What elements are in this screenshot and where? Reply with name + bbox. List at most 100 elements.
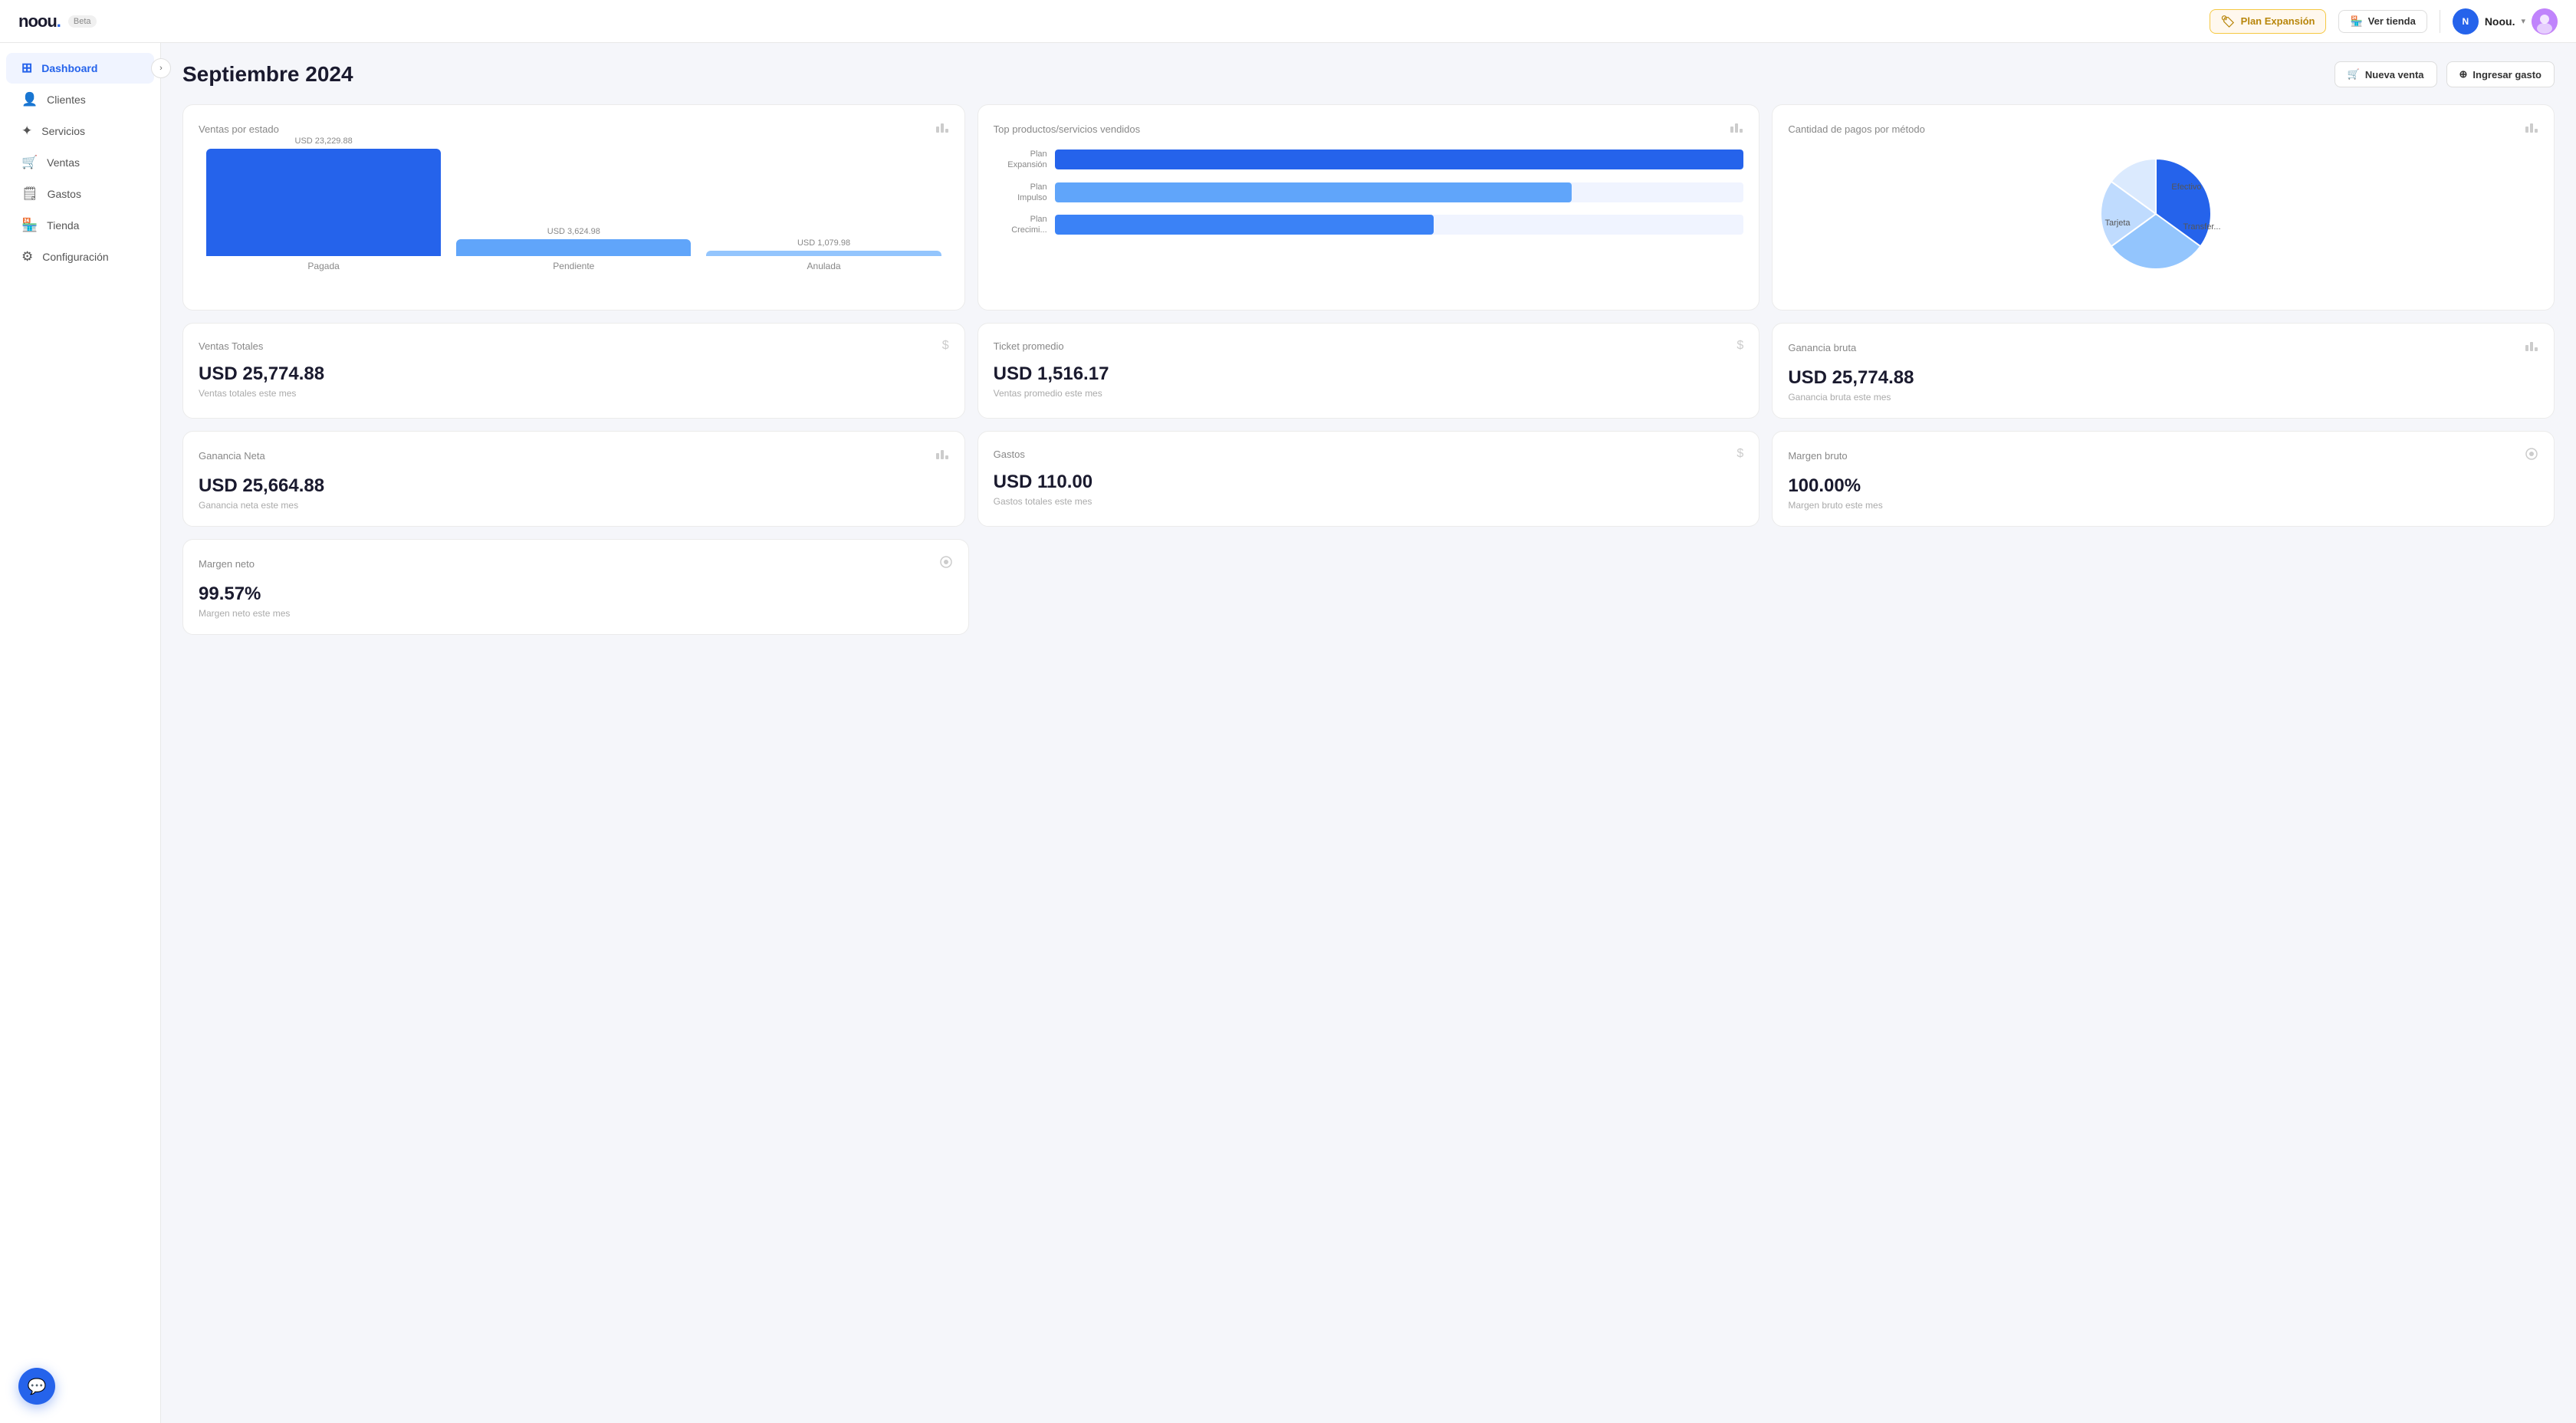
pagos-metodo-card: Cantidad de pagos por método Efectivo Tr… <box>1772 104 2555 311</box>
chat-bubble-button[interactable]: 💬 <box>18 1368 55 1405</box>
tienda-icon: 🏪 <box>21 218 38 233</box>
sidebar-label-servicios: Servicios <box>41 125 85 137</box>
sidebar-item-ventas[interactable]: 🛒 Ventas <box>6 147 154 178</box>
beta-badge: Beta <box>68 15 97 28</box>
ticket-promedio-header: Ticket promedio $ <box>994 339 1744 353</box>
margen-neto-card: Margen neto 99.57% Margen neto este mes <box>182 539 969 635</box>
nueva-venta-label: Nueva venta <box>2365 69 2424 81</box>
layout: › ⊞Dashboard👤Clientes✦Servicios🛒Ventas🗒G… <box>0 43 2576 1423</box>
sidebar-item-tienda[interactable]: 🏪 Tienda <box>6 210 154 241</box>
sidebar-item-gastos[interactable]: 🗒Gastos <box>6 179 154 209</box>
efectivo-label: Efectivo <box>2171 182 2201 192</box>
ingresar-gasto-label: Ingresar gasto <box>2472 69 2542 81</box>
page-header: Septiembre 2024 🛒 Nueva venta ⊕ Ingresar… <box>182 61 2555 87</box>
ventas-totales-title: Ventas Totales <box>199 340 263 352</box>
clientes-icon: 👤 <box>21 92 38 107</box>
dollar-icon-2: $ <box>1737 339 1743 353</box>
ganancia-bruta-sub: Ganancia bruta este mes <box>1788 392 2538 403</box>
plan-icon: 🏷 <box>2221 15 2236 28</box>
bar-label-anulada: Anulada <box>706 261 941 271</box>
ganancia-neta-value: USD 25,664.88 <box>199 475 949 497</box>
ventas-estado-header: Ventas por estado <box>199 120 949 138</box>
ganancia-neta-sub: Ganancia neta este mes <box>199 500 949 511</box>
sidebar-toggle[interactable]: › <box>151 58 171 78</box>
settings-circle-icon <box>2525 447 2538 465</box>
bar-value-label: USD 3,624.98 <box>547 227 600 236</box>
margen-bruto-header: Margen bruto <box>1788 447 2538 465</box>
noou-avatar: N <box>2453 8 2479 35</box>
logo-dot: . <box>57 12 61 31</box>
header: noou. Beta 🏷 Plan Expansión 🏪 Ver tienda… <box>0 0 2576 43</box>
ticket-promedio-title: Ticket promedio <box>994 340 1064 352</box>
sidebar-item-dashboard[interactable]: ⊞Dashboard <box>6 53 154 84</box>
ganancia-bruta-title: Ganancia bruta <box>1788 342 1856 353</box>
ventas-icon: 🛒 <box>21 155 38 170</box>
ganancia-neta-title: Ganancia Neta <box>199 450 265 462</box>
bar-group-anulada: USD 1,079.98 <box>706 238 941 256</box>
margen-bruto-card: Margen bruto 100.00% Margen bruto este m… <box>1772 431 2555 527</box>
user-avatar <box>2532 8 2558 35</box>
bar-fill <box>456 239 691 256</box>
ingresar-gasto-button[interactable]: ⊕ Ingresar gasto <box>2446 61 2555 87</box>
hbar-chart: PlanExpansión PlanImpulso PlanCrecimi... <box>994 149 1744 236</box>
chat-icon: 💬 <box>28 1377 47 1396</box>
bar-label-pendiente: Pendiente <box>456 261 691 271</box>
bar-chart-icon-2 <box>1730 120 1743 138</box>
margen-neto-value: 99.57% <box>199 583 953 605</box>
sidebar-label-tienda: Tienda <box>47 219 79 232</box>
gastos-header: Gastos $ <box>994 447 1744 461</box>
sidebar-label-configuracion: Configuración <box>42 251 108 263</box>
plan-label: Plan Expansión <box>2241 15 2315 27</box>
header-right: 🏷 Plan Expansión 🏪 Ver tienda N Noou. ▾ <box>2210 8 2558 35</box>
sidebar-item-clientes[interactable]: 👤 Clientes <box>6 84 154 115</box>
configuracion-icon: ⚙ <box>21 249 33 265</box>
sidebar-item-configuracion[interactable]: ⚙ Configuración <box>6 242 154 272</box>
ticket-promedio-value: USD 1,516.17 <box>994 363 1744 385</box>
ticket-promedio-card: Ticket promedio $ USD 1,516.17 Ventas pr… <box>978 323 1760 419</box>
bar-value-label: USD 1,079.98 <box>797 238 850 248</box>
sidebar-item-servicios[interactable]: ✦Servicios <box>6 116 154 146</box>
gastos-value: USD 110.00 <box>994 472 1744 493</box>
margen-bruto-sub: Margen bruto este mes <box>1788 500 2538 511</box>
top-charts-row: Ventas por estado USD 23,229.88 USD 3,62… <box>182 104 2555 311</box>
dashboard-icon: ⊞ <box>21 61 32 76</box>
stats-row-2: Ganancia Neta USD 25,664.88 Ganancia net… <box>182 431 2555 527</box>
user-area[interactable]: N Noou. ▾ <box>2453 8 2558 35</box>
bar-label-pagada: Pagada <box>206 261 441 271</box>
settings-circle-icon-2 <box>939 555 953 573</box>
hbar-row: PlanImpulso <box>994 182 1744 204</box>
gastos-card: Gastos $ USD 110.00 Gastos totales este … <box>978 431 1760 527</box>
ver-tienda-button[interactable]: 🏪 Ver tienda <box>2338 10 2426 33</box>
ventas-por-estado-card: Ventas por estado USD 23,229.88 USD 3,62… <box>182 104 965 311</box>
bar-chart: USD 23,229.88 USD 3,624.98 USD 1,079.98 … <box>199 149 949 294</box>
hbar-label: PlanExpansión <box>994 149 1047 171</box>
sidebar-label-ventas: Ventas <box>47 156 80 169</box>
plan-expansion-button[interactable]: 🏷 Plan Expansión <box>2210 9 2327 34</box>
hbar-label: PlanCrecimi... <box>994 214 1047 236</box>
nueva-venta-button[interactable]: 🛒 Nueva venta <box>2334 61 2437 87</box>
transferencia-label: Transfer... <box>2183 222 2220 232</box>
sidebar-label-clientes: Clientes <box>47 94 86 106</box>
ganancia-bruta-header: Ganancia bruta <box>1788 339 2538 357</box>
header-left: noou. Beta <box>18 12 97 31</box>
logo-noou: noou <box>18 12 57 31</box>
top-productos-header: Top productos/servicios vendidos <box>994 120 1744 138</box>
logo: noou. <box>18 12 61 31</box>
sidebar: › ⊞Dashboard👤Clientes✦Servicios🛒Ventas🗒G… <box>0 43 161 1423</box>
plus-circle-icon: ⊕ <box>2459 68 2468 81</box>
page-title: Septiembre 2024 <box>182 62 353 87</box>
tarjeta-label: Tarjeta <box>2104 219 2131 228</box>
user-name: Noou. <box>2485 15 2515 28</box>
ticket-promedio-sub: Ventas promedio este mes <box>994 388 1744 399</box>
margen-bruto-title: Margen bruto <box>1788 450 1847 462</box>
hbar-fill <box>1055 182 1572 202</box>
hbar-fill <box>1055 150 1744 169</box>
hbar-fill <box>1055 215 1434 235</box>
bar-chart-icon-5 <box>935 447 949 465</box>
page-actions: 🛒 Nueva venta ⊕ Ingresar gasto <box>2334 61 2555 87</box>
gastos-icon: 🗒 <box>21 186 38 202</box>
ventas-totales-card: Ventas Totales $ USD 25,774.88 Ventas to… <box>182 323 965 419</box>
margen-neto-sub: Margen neto este mes <box>199 608 953 619</box>
pie-svg: Efectivo Transfer... Tarjeta <box>2095 153 2233 275</box>
ventas-totales-value: USD 25,774.88 <box>199 363 949 385</box>
